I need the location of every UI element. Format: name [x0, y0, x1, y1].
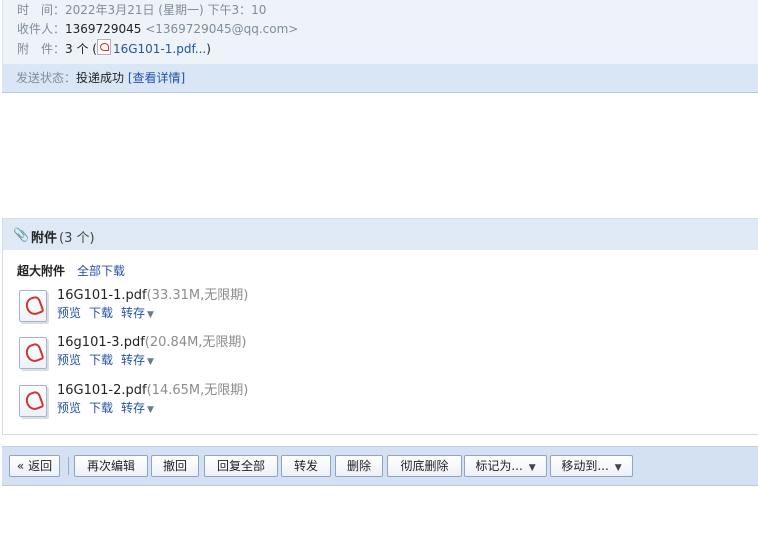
- attachment-item: 16g101-3.pdf(20.84M,无限期) 预览 下载 转存 ▼: [17, 333, 417, 373]
- chevron-down-icon: ▼: [614, 463, 622, 473]
- time-label: 时 间：: [17, 3, 66, 17]
- recipient-email: <1369729045@qq.com>: [145, 22, 299, 36]
- back-button[interactable]: « 返回: [9, 455, 60, 477]
- chevron-down-icon: ▼: [147, 310, 154, 320]
- recipient-row: 收件人：1369729045 <1369729045@qq.com>: [17, 20, 298, 38]
- big-attachment-row: 超大附件 全部下载: [17, 262, 125, 280]
- big-attachment-label: 超大附件: [17, 264, 66, 278]
- save-to-link[interactable]: 转存 ▼: [121, 401, 154, 415]
- attachment-row: 附 件：3 个 ( 16G101-1.pdf...): [17, 39, 211, 57]
- mark-as-dropdown[interactable]: 标记为... ▼: [464, 455, 547, 477]
- save-to-label: 转存: [121, 401, 146, 415]
- attachment-label: 附 件：: [17, 42, 66, 56]
- recall-button[interactable]: 撤回: [151, 455, 199, 477]
- time-value: 2022年3月21日 (星期一) 下午3：10: [65, 3, 267, 17]
- status-value: 投递成功: [76, 71, 125, 85]
- toolbar-divider: [68, 457, 69, 475]
- file-name[interactable]: 16G101-2.pdf: [57, 383, 147, 398]
- mark-as-label: 标记为...: [475, 459, 523, 473]
- attachment-count: 3 个 (: [65, 42, 97, 56]
- download-link[interactable]: 下载: [89, 306, 113, 320]
- send-status-bar: 发送状态：投递成功 [查看详情]: [2, 64, 758, 93]
- mail-action-toolbar: « 返回 再次编辑 撤回 回复全部 转发 删除 彻底删除 标记为... ▼ 移动到…: [2, 446, 758, 486]
- pdf-icon: [96, 39, 111, 55]
- attachment-link[interactable]: 16G101-1.pdf...: [113, 42, 206, 56]
- save-to-label: 转存: [121, 306, 146, 320]
- move-to-dropdown[interactable]: 移动到... ▼: [550, 455, 633, 477]
- preview-link[interactable]: 预览: [57, 306, 81, 320]
- file-name[interactable]: 16g101-3.pdf: [57, 335, 145, 350]
- time-row: 时 间：2022年3月21日 (星期一) 下午3：10: [17, 1, 266, 19]
- attachments-panel: 📎 附件 (3 个) 超大附件 全部下载 16G101-1.pdf(33.31M,…: [2, 218, 758, 435]
- preview-link[interactable]: 预览: [57, 353, 81, 367]
- pdf-file-icon[interactable]: [19, 290, 47, 322]
- save-to-label: 转存: [121, 353, 146, 367]
- chevron-down-icon: ▼: [528, 463, 536, 473]
- attachments-header: 📎 附件 (3 个): [3, 219, 758, 250]
- save-to-link[interactable]: 转存 ▼: [121, 306, 154, 320]
- forward-button[interactable]: 转发: [281, 455, 331, 477]
- delete-permanently-button[interactable]: 彻底删除: [387, 455, 462, 477]
- attachments-count: (3 个): [59, 231, 95, 246]
- chevron-down-icon: ▼: [147, 405, 154, 415]
- re-edit-button[interactable]: 再次编辑: [74, 455, 148, 477]
- file-meta: (20.84M,无限期): [144, 335, 247, 350]
- mail-header-info: 时 间：2022年3月21日 (星期一) 下午3：10 收件人：13697290…: [2, 0, 758, 64]
- status-label: 发送状态：: [16, 71, 77, 85]
- save-to-link[interactable]: 转存 ▼: [121, 353, 154, 367]
- pdf-file-icon[interactable]: [19, 385, 47, 417]
- chevron-down-icon: ▼: [147, 357, 154, 367]
- status-details-link[interactable]: [查看详情]: [128, 71, 185, 85]
- delete-button[interactable]: 删除: [335, 455, 383, 477]
- attachment-item: 16G101-2.pdf(14.65M,无限期) 预览 下载 转存 ▼: [17, 381, 417, 421]
- file-name[interactable]: 16G101-1.pdf: [57, 288, 147, 303]
- file-meta: (33.31M,无限期): [146, 288, 249, 303]
- recipient-name[interactable]: 1369729045: [65, 22, 141, 36]
- move-to-label: 移动到...: [561, 459, 609, 473]
- preview-link[interactable]: 预览: [57, 401, 81, 415]
- attachment-close: ): [206, 42, 211, 56]
- attachment-item: 16G101-1.pdf(33.31M,无限期) 预览 下载 转存 ▼: [17, 286, 417, 326]
- paperclip-icon: 📎: [13, 228, 30, 243]
- pdf-file-icon[interactable]: [19, 337, 47, 369]
- download-all-link[interactable]: 全部下载: [77, 264, 125, 278]
- reply-all-button[interactable]: 回复全部: [204, 455, 278, 477]
- recipient-label: 收件人：: [17, 22, 66, 36]
- download-link[interactable]: 下载: [89, 401, 113, 415]
- attachments-title: 附件: [31, 231, 58, 246]
- download-link[interactable]: 下载: [89, 353, 113, 367]
- file-meta: (14.65M,无限期): [146, 383, 249, 398]
